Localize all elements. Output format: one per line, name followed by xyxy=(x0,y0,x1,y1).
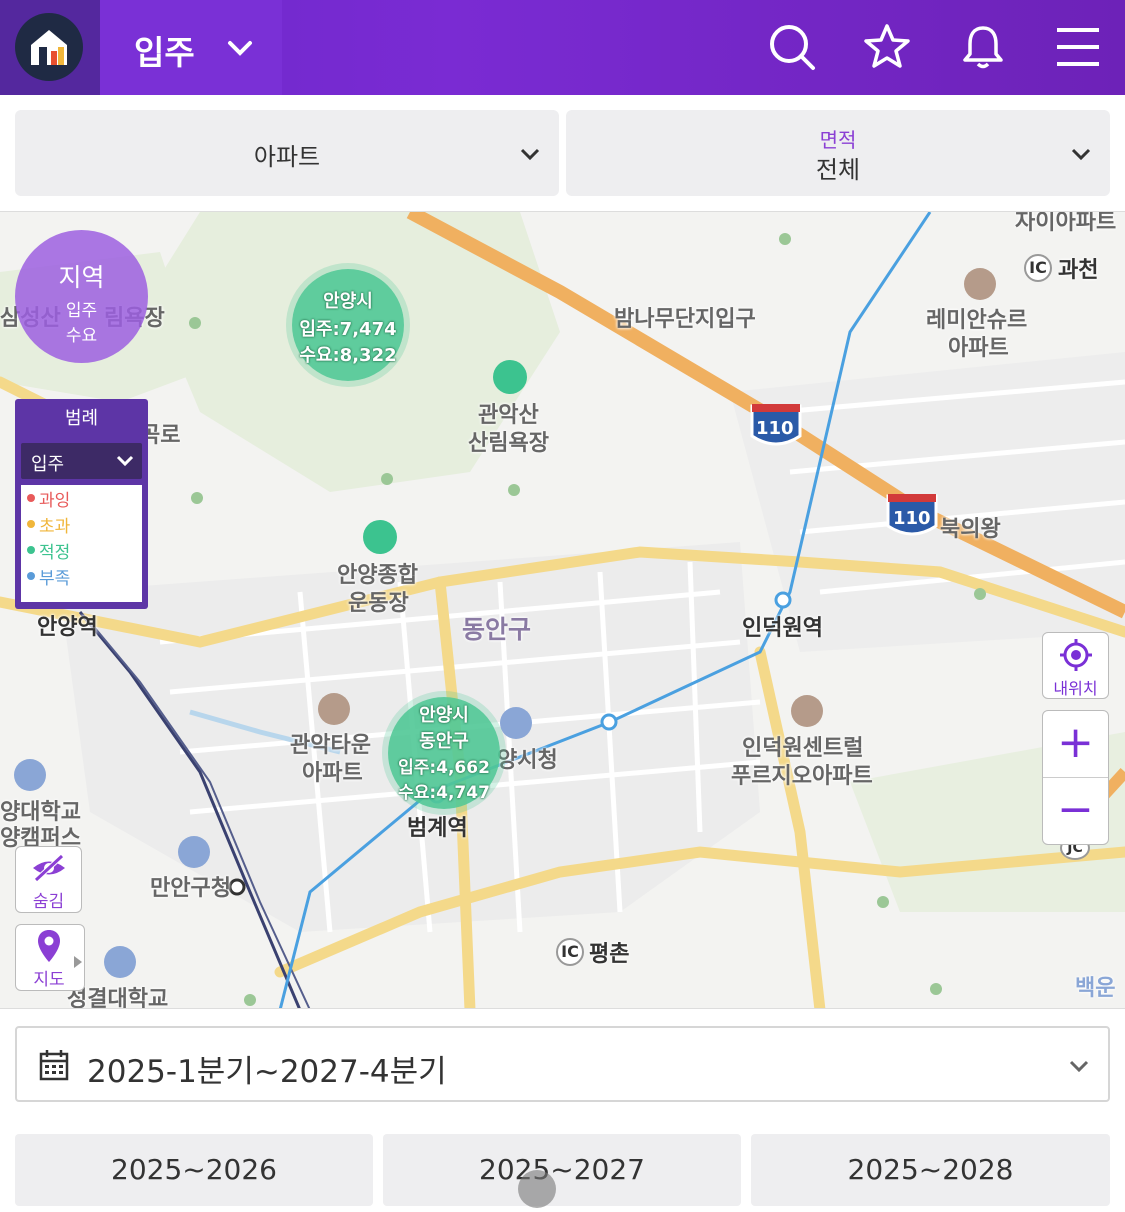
period-button-2025-2026[interactable]: 2025~2026 xyxy=(15,1134,373,1206)
logo-cell[interactable] xyxy=(0,0,100,95)
legend-item: 초과 xyxy=(21,511,142,537)
touch-indicator xyxy=(518,1170,556,1208)
property-type-select[interactable]: 아파트 xyxy=(15,110,559,196)
map-label: 산림욕장 xyxy=(468,431,549,456)
map-label: 과천 xyxy=(1058,258,1099,283)
area-select-value: 전체 xyxy=(815,156,861,184)
legend-item-label: 부족 xyxy=(39,568,71,589)
region-toggle-line1: 입주 xyxy=(65,301,98,321)
map-type-button[interactable]: 지도 xyxy=(15,924,85,991)
map-legend: 범례 입주 과잉 초과 적정 부족 xyxy=(15,399,148,609)
calendar-icon xyxy=(39,1049,69,1085)
legend-item-label: 과잉 xyxy=(39,490,71,511)
legend-title: 범례 xyxy=(64,408,99,429)
zoom-in-button[interactable]: + xyxy=(1043,711,1108,777)
crosshair-icon xyxy=(1060,639,1092,675)
my-location-button[interactable]: 내위치 xyxy=(1042,632,1109,699)
map-label: 밤나무단지입구 xyxy=(614,307,756,332)
chevron-down-icon xyxy=(1070,146,1092,166)
legend-select-value: 입주 xyxy=(31,454,65,475)
highway-number: 110 xyxy=(893,508,931,529)
hide-button[interactable]: 숨김 xyxy=(15,846,82,913)
legend-dot xyxy=(27,520,35,528)
map-label-station: 범계역 xyxy=(407,816,468,841)
chevron-down-icon xyxy=(519,146,541,166)
area-select-label: 면적 xyxy=(819,128,857,152)
cluster-demand: 수요:8,322 xyxy=(299,345,397,366)
map-label: 아파트 xyxy=(302,761,363,786)
cluster-name: 안양시 xyxy=(419,705,469,726)
region-toggle-button[interactable]: 지역 입주 수요 xyxy=(15,230,148,363)
zoom-control: + − xyxy=(1042,710,1109,845)
map-label: 아파트 xyxy=(948,336,1009,361)
top-app-bar: 입주 xyxy=(0,0,1125,95)
ic-badge: IC xyxy=(556,938,584,966)
cluster-supply: 입주:4,662 xyxy=(398,758,490,778)
period-button-2025-2027[interactable]: 2025~2027 xyxy=(383,1134,741,1206)
legend-list: 과잉 초과 적정 부족 xyxy=(21,485,142,602)
ic-badge: IC xyxy=(1024,254,1052,282)
legend-dot xyxy=(27,494,35,502)
legend-item-label: 적정 xyxy=(39,542,71,563)
map-label: 자이아파트 xyxy=(1015,211,1117,235)
region-toggle-title: 지역 xyxy=(58,263,105,292)
chevron-down-icon xyxy=(226,34,254,66)
map-label: 북의왕 xyxy=(940,517,1001,542)
legend-item: 적정 xyxy=(21,537,142,563)
hide-label: 숨김 xyxy=(32,892,65,912)
chevron-down-icon xyxy=(1068,1058,1090,1078)
legend-item-label: 초과 xyxy=(39,516,71,537)
date-range-value: 2025-1분기~2027-4분기 xyxy=(87,1054,447,1090)
caret-right-icon xyxy=(74,953,82,972)
map-cluster-marker[interactable]: 안양시 입주:7,474 수요:8,322 xyxy=(292,269,404,381)
star-icon[interactable] xyxy=(862,22,912,72)
legend-dot xyxy=(27,546,35,554)
cluster-demand: 수요:4,747 xyxy=(398,783,490,803)
menu-icon[interactable] xyxy=(1053,22,1103,72)
cluster-supply: 입주:7,474 xyxy=(299,319,397,340)
period-button-2025-2028[interactable]: 2025~2028 xyxy=(751,1134,1110,1206)
my-location-label: 내위치 xyxy=(1053,679,1098,698)
legend-item: 과잉 xyxy=(21,485,142,511)
legend-select[interactable]: 입주 xyxy=(21,443,142,479)
home-logo-icon[interactable] xyxy=(15,13,83,81)
region-toggle-line2: 수요 xyxy=(65,326,98,346)
legend-dot xyxy=(27,572,35,580)
map-label: 백운 xyxy=(1075,976,1116,1001)
map-label: 양시청 xyxy=(497,748,558,773)
menu-dropdown-label: 입주 xyxy=(134,33,195,72)
highway-number: 110 xyxy=(756,418,794,439)
map-label-district: 동안구 xyxy=(462,615,532,644)
chevron-down-icon xyxy=(116,452,134,473)
eye-off-icon xyxy=(31,853,67,887)
map-view[interactable]: 삼성산 림욕장 곡로 밤나무단지입구 자이아파트 레미안슈르 아파트 IC 과천… xyxy=(0,211,1125,1009)
zoom-out-button[interactable]: − xyxy=(1043,778,1108,844)
map-label: 운동장 xyxy=(348,591,409,616)
map-cluster-marker[interactable]: 안양시 동안구 입주:4,662 수요:4,747 xyxy=(388,697,500,809)
menu-dropdown[interactable]: 입주 xyxy=(100,0,282,95)
legend-item: 부족 xyxy=(21,563,142,589)
cluster-name: 안양시 xyxy=(323,291,373,312)
app-root: 입주 아파트 면적 전체 곡로 밤나무단지입구 자이아파트 레미안슈르 아파트 … xyxy=(0,0,1125,1212)
map-label: 만안구청 xyxy=(150,876,231,901)
map-label: 평촌 xyxy=(589,942,630,967)
area-select[interactable]: 면적 전체 xyxy=(566,110,1110,196)
cluster-subname: 동안구 xyxy=(419,731,469,752)
map-label-station: 안양역 xyxy=(37,615,98,640)
search-icon[interactable] xyxy=(767,22,817,72)
map-label-station: 인덕원역 xyxy=(742,616,823,641)
bell-icon[interactable] xyxy=(958,22,1008,72)
date-range-select[interactable]: 2025-1분기~2027-4분기 xyxy=(15,1026,1110,1102)
map-label: 푸르지오아파트 xyxy=(731,764,873,789)
map-pin-icon xyxy=(36,929,62,967)
property-type-value: 아파트 xyxy=(253,143,321,171)
